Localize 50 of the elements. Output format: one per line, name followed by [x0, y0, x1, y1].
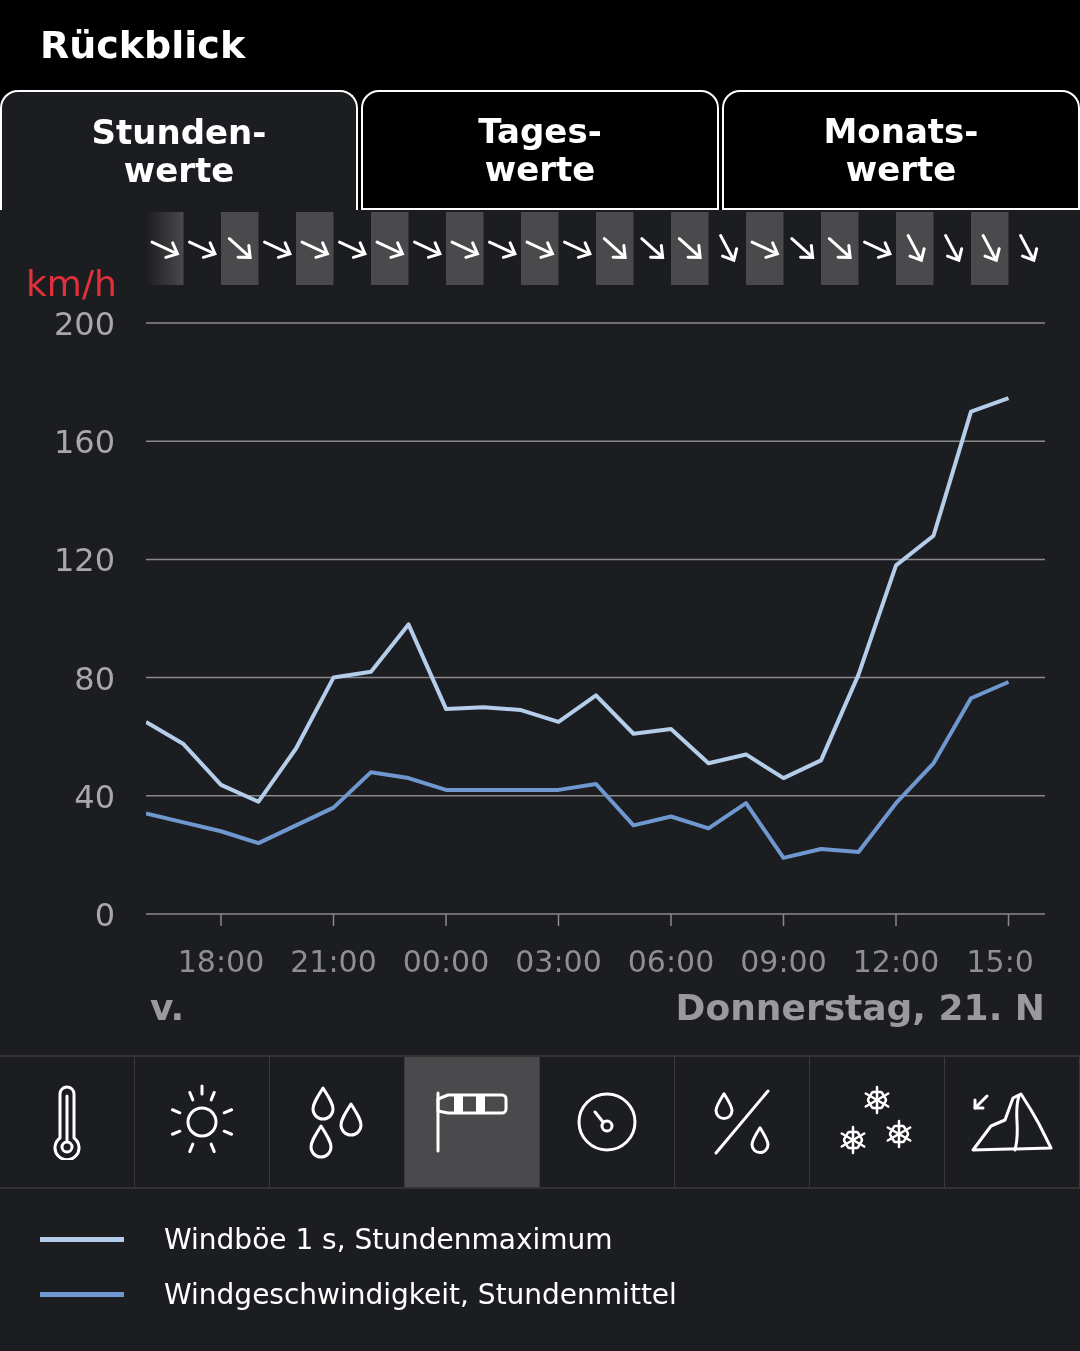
wind-arrow-icon: [906, 234, 926, 263]
x-axis-label: 06:00: [627, 944, 715, 979]
x-axis-label: 18:00: [177, 944, 265, 979]
date-label: v.: [150, 987, 185, 1028]
wind-arrow-icon: [563, 240, 592, 259]
wind-arrow-icon: [827, 237, 852, 259]
tab[interactable]: Stunden- werte: [0, 90, 358, 210]
y-axis-label: 200: [53, 305, 115, 343]
wind-arrow-icon: [300, 240, 330, 259]
y-axis-label: 40: [74, 777, 115, 816]
wind-arrow-icon: [719, 234, 739, 263]
x-axis-label: 03:00: [515, 944, 602, 979]
wind-arrow-icon: [790, 237, 815, 259]
y-axis-label: 160: [53, 423, 115, 462]
unit-label: km/h: [26, 263, 117, 304]
x-axis-label: 21:00: [290, 944, 377, 979]
wind-arrow-icon: [677, 237, 702, 259]
wind-arrow-icon: [488, 240, 517, 259]
wind-arrow-icon: [863, 240, 892, 259]
wind-arrow-icon: [525, 240, 555, 259]
wind-arrow-icon: [150, 240, 180, 259]
date-label: Donnerstag, 21. N: [675, 987, 1045, 1028]
tab[interactable]: Tages- werte: [361, 90, 719, 210]
y-axis-label: 80: [74, 659, 115, 698]
y-axis-label: 120: [53, 541, 115, 580]
wind-arrow-icon: [640, 237, 665, 259]
parameter-button[interactable]: [405, 1057, 540, 1187]
x-axis-label: 12:00: [852, 944, 940, 979]
wind-arrow-icon: [227, 237, 252, 259]
legend-label: Windgeschwindigkeit, Stundenmittel: [164, 1278, 677, 1311]
wind-arrow-icon: [981, 234, 1001, 263]
wind-arrow-icon: [263, 240, 292, 259]
wind-arrow-icon: [1019, 234, 1039, 263]
wind-arrow-icon: [750, 240, 780, 259]
x-axis-label: 15:0: [966, 944, 1034, 979]
tab[interactable]: Monats- werte: [722, 90, 1080, 210]
x-axis-label: 00:00: [402, 944, 490, 979]
wind-arrow-icon: [188, 240, 217, 259]
x-axis-label: 09:00: [740, 944, 827, 979]
wind-arrow-icon: [450, 240, 480, 259]
y-axis-label: 0: [94, 896, 115, 934]
wind-arrow-icon: [944, 234, 964, 263]
mountain-icon: [969, 1090, 1055, 1154]
wind-arrow-icon: [602, 237, 627, 259]
page-title: Rückblick: [40, 23, 246, 67]
wind-arrow-icon: [375, 240, 405, 259]
gauge-icon: [575, 1090, 639, 1154]
wind-arrow-icon: [338, 240, 367, 259]
wind-arrow-icon: [413, 240, 442, 259]
legend-label: Windböe 1 s, Stundenmaximum: [164, 1223, 613, 1256]
